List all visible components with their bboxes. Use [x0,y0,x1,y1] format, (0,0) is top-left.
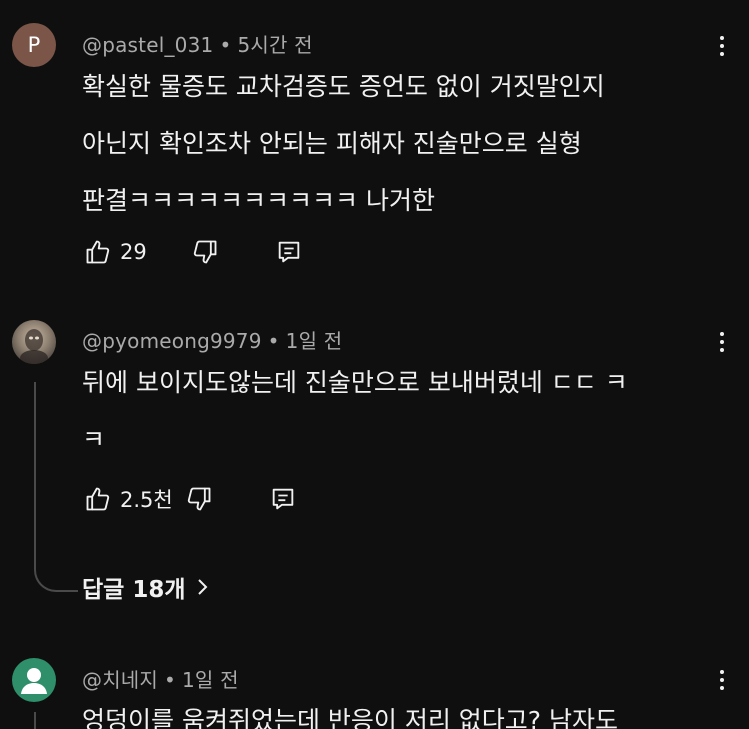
avatar-photo-icon [20,329,48,364]
like-count: 29 [120,240,147,264]
comment-line: 판결ㅋㅋㅋㅋㅋㅋㅋㅋㅋㅋ 나거한 [82,186,435,215]
comment-author[interactable]: @pastel_031 [82,33,213,57]
comment-line: 확실한 물증도 교차검증도 증언도 없이 거짓말인지 [82,72,605,101]
thumbs-up-icon[interactable] [82,483,114,515]
person-icon [21,668,47,694]
thread-line [34,712,36,729]
meta-separator: • [164,668,176,692]
like-count: 2.5천 [120,488,173,512]
avatar[interactable]: P [12,23,56,67]
avatar[interactable] [12,658,56,702]
comment-line: 뒤에 보이지도않는데 진술만으로 보내버렸네 ㄷㄷ ㅋ [82,368,628,397]
comment-actions: 29 [82,236,305,268]
reply-icon[interactable] [267,483,299,515]
view-replies-button[interactable]: 답글 18개 [82,570,210,604]
reply-icon[interactable] [273,236,305,268]
comment-author[interactable]: @pyomeong9979 [82,329,262,353]
comment-line: 엉덩이를 움켜쥐었는데 반응이 저리 없다고? 남자도 [82,706,619,729]
comment-text: 뒤에 보이지도않는데 진술만으로 보내버렸네 ㄷㄷ ㅋ ㅋ [82,354,628,468]
thumbs-up-icon[interactable] [82,236,114,268]
comment-meta: @pyomeong9979 • 1일 전 [82,325,342,354]
meta-separator: • [267,329,280,353]
comment-time: 1일 전 [182,668,239,692]
more-vertical-icon[interactable] [712,30,732,62]
replies-label: 답글 18개 [82,577,186,603]
comment-line: 아닌지 확인조차 안되는 피해자 진술만으로 실형 [82,129,582,158]
thread-line [34,382,78,592]
comment-time: 1일 전 [285,329,343,353]
more-vertical-icon[interactable] [712,326,732,358]
comment-meta: @치네지 • 1일 전 [82,664,239,693]
comment-line: ㅋ [82,425,106,454]
comment-text: 엉덩이를 움켜쥐었는데 반응이 저리 없다고? 남자도 [82,692,618,729]
comment-meta: @pastel_031 • 5시간 전 [82,29,313,58]
comment-author[interactable]: @치네지 [82,668,158,692]
thumbs-down-icon[interactable] [183,483,215,515]
comments-screen: P @pastel_031 • 5시간 전 확실한 물증도 교차검증도 증언도 없이… [0,0,749,729]
chevron-right-icon [197,579,207,595]
more-vertical-icon[interactable] [712,664,732,696]
meta-separator: • [219,33,232,57]
avatar[interactable] [12,320,56,364]
comment-time: 5시간 전 [237,33,313,57]
avatar-letter: P [27,33,41,57]
thumbs-down-icon[interactable] [189,236,221,268]
comment-actions: 2.5천 [82,483,299,515]
comment-text: 확실한 물증도 교차검증도 증언도 없이 거짓말인지 아닌지 확인조차 안되는 … [82,58,605,229]
